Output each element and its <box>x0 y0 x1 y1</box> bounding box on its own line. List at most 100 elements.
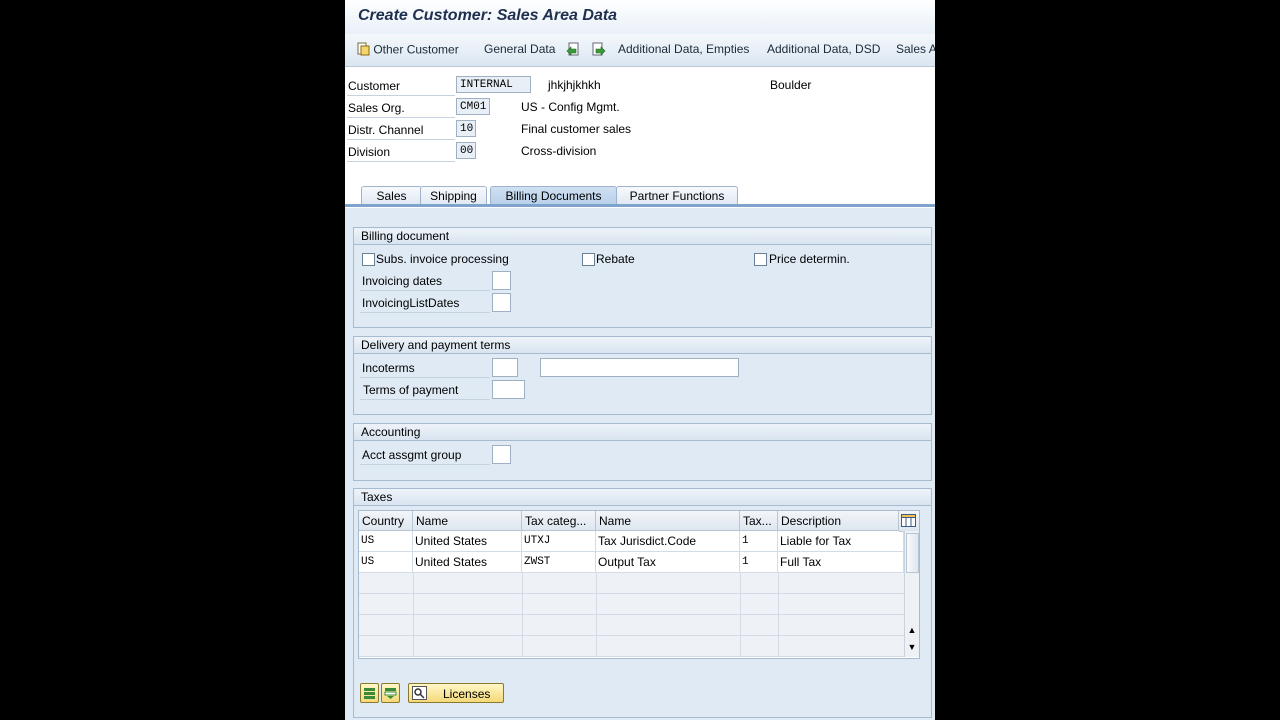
price-determin-checkbox[interactable] <box>754 253 767 266</box>
customer-label-row: Customer <box>347 77 455 96</box>
next-screen-icon <box>591 42 606 60</box>
delivery-payment-title: Delivery and payment terms <box>354 337 931 354</box>
sales-area-button[interactable]: Sales A <box>896 42 935 56</box>
table-row-1-tax-name: Tax Jurisdict.Code <box>596 531 740 552</box>
terms-of-payment-label: Terms of payment <box>363 383 459 397</box>
sales-org-desc: US - Config Mgmt. <box>521 100 620 114</box>
table-row-empty <box>359 615 904 636</box>
terms-of-payment-input[interactable] <box>492 380 525 399</box>
sales-area-label: Sales A <box>896 42 935 56</box>
scroll-down-icon[interactable]: ▼ <box>907 641 917 653</box>
deselect-all-icon <box>384 686 397 703</box>
sales-org-field[interactable]: CM01 <box>456 98 490 115</box>
licenses-button[interactable]: Licenses <box>408 683 504 703</box>
select-all-button[interactable] <box>360 683 379 703</box>
distr-channel-field[interactable]: 10 <box>456 120 476 137</box>
division-label: Division <box>348 145 391 159</box>
customer-label: Customer <box>348 79 401 93</box>
subs-invoice-checkbox[interactable] <box>362 253 375 266</box>
col-tax-classification[interactable]: Tax... <box>740 511 778 531</box>
next-screen-button[interactable] <box>591 42 606 60</box>
taxes-title: Taxes <box>354 489 931 506</box>
customer-name: jhkjhjkhkh <box>548 78 601 92</box>
select-all-icon <box>363 686 376 703</box>
incoterms-input[interactable] <box>492 358 518 377</box>
additional-data-empties-button[interactable]: Additional Data, Empties <box>618 42 749 56</box>
invoicing-list-dates-underline <box>360 312 490 313</box>
table-row-empty <box>359 573 904 594</box>
acct-assgmt-underline <box>360 464 490 465</box>
prev-screen-icon <box>566 42 581 60</box>
general-data-button[interactable]: General Data <box>484 42 555 56</box>
other-customer-button[interactable]: Other Customer <box>356 42 459 59</box>
table-row-1-description: Liable for Tax <box>778 531 904 552</box>
table-row-1-name: United States <box>413 531 522 552</box>
table-scrollbar[interactable]: ▲ ▼ <box>904 531 919 657</box>
col-tax-category-name[interactable]: Name <box>596 511 740 531</box>
table-row-2-country: US <box>359 552 413 573</box>
column-divider <box>522 573 523 657</box>
division-label-row: Division <box>347 143 455 162</box>
table-row-2-tax-category: ZWST <box>522 552 596 573</box>
delivery-payment-group: Delivery and payment terms Incoterms Ter… <box>353 336 932 415</box>
tab-sales[interactable]: Sales <box>361 186 422 205</box>
table-row-2-tax-name: Output Tax <box>596 552 740 573</box>
incoterms-label: Incoterms <box>362 361 415 375</box>
invoicing-dates-label: Invoicing dates <box>362 274 443 288</box>
table-settings-button[interactable] <box>899 511 919 532</box>
division-desc: Cross-division <box>521 144 597 158</box>
column-divider <box>413 573 414 657</box>
col-country[interactable]: Country <box>359 511 413 531</box>
incoterms-part2-input[interactable] <box>540 358 739 377</box>
customer-field[interactable]: INTERNAL <box>456 76 531 93</box>
table-row-2-name: United States <box>413 552 522 573</box>
sap-window: Create Customer: Sales Area Data Other C… <box>345 0 935 720</box>
licenses-icon <box>412 686 427 703</box>
table-row-1-tax-class-input[interactable]: 1 <box>740 531 778 552</box>
header-data: Customer INTERNAL jhkjhjkhkh Boulder Sal… <box>345 67 935 182</box>
other-customer-icon <box>356 42 370 59</box>
invoicing-dates-input[interactable] <box>492 271 511 290</box>
sales-org-label-row: Sales Org. <box>347 99 455 118</box>
scroll-thumb[interactable] <box>906 533 919 573</box>
invoicing-list-dates-input[interactable] <box>492 293 511 312</box>
other-customer-label: Other Customer <box>373 42 459 57</box>
column-divider <box>778 573 779 657</box>
scroll-up-icon[interactable]: ▲ <box>907 624 917 636</box>
acct-assgmt-group-label: Acct assgmt group <box>362 448 462 462</box>
table-row-1-country: US <box>359 531 413 552</box>
col-description[interactable]: Description <box>778 511 899 531</box>
invoicing-dates-underline <box>360 290 490 291</box>
col-tax-category[interactable]: Tax categ... <box>522 511 596 531</box>
price-determin-label: Price determin. <box>769 252 850 266</box>
billing-document-group: Billing document Subs. invoice processin… <box>353 227 932 328</box>
application-toolbar: Other Customer General Data Additional D… <box>345 34 935 67</box>
licenses-label: Licenses <box>443 687 491 701</box>
additional-dsd-label: Additional Data, DSD <box>767 42 881 56</box>
customer-city: Boulder <box>770 78 812 92</box>
table-row-2-tax-class-input[interactable]: 1 <box>740 552 778 573</box>
invoicing-list-dates-label: InvoicingListDates <box>362 296 460 310</box>
billing-document-title: Billing document <box>354 228 931 245</box>
tab-partner-functions[interactable]: Partner Functions <box>616 186 738 205</box>
window-title: Create Customer: Sales Area Data <box>358 7 618 24</box>
additional-data-dsd-button[interactable]: Additional Data, DSD <box>767 42 880 56</box>
deselect-all-button[interactable] <box>381 683 400 703</box>
rebate-checkbox[interactable] <box>582 253 595 266</box>
acct-assgmt-group-input[interactable] <box>492 445 511 464</box>
tab-shipping[interactable]: Shipping <box>420 186 487 205</box>
rebate-label: Rebate <box>596 252 635 266</box>
sales-org-label: Sales Org. <box>348 101 405 115</box>
terms-of-payment-underline <box>360 399 490 400</box>
column-divider <box>596 573 597 657</box>
col-country-name[interactable]: Name <box>413 511 522 531</box>
prev-screen-button[interactable] <box>566 42 581 60</box>
tab-billing-documents[interactable]: Billing Documents <box>490 186 617 205</box>
accounting-group: Accounting Acct assgmt group <box>353 423 932 481</box>
table-settings-icon <box>901 514 916 530</box>
distr-channel-desc: Final customer sales <box>521 122 632 136</box>
division-field[interactable]: 00 <box>456 142 476 159</box>
incoterms-underline <box>360 377 490 378</box>
distr-channel-label: Distr. Channel <box>348 123 424 137</box>
general-data-label: General Data <box>484 42 556 56</box>
